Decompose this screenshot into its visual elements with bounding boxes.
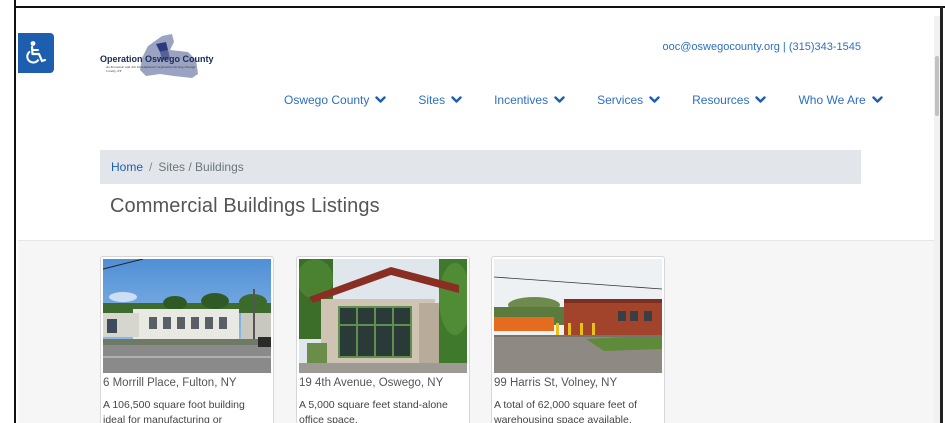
nav-item-incentives[interactable]: Incentives	[494, 93, 565, 107]
nav-item-sites[interactable]: Sites	[418, 93, 462, 107]
site-logo[interactable]: Operation Oswego County An Economic and …	[100, 30, 220, 90]
building-photo[interactable]	[299, 259, 467, 373]
logo-name: Operation Oswego County	[100, 54, 214, 64]
breadcrumb: Home / Sites / Buildings	[100, 150, 861, 184]
nav-item-oswego-county[interactable]: Oswego County	[284, 93, 387, 107]
nav-item-label: Incentives	[494, 93, 549, 107]
web-page: Operation Oswego County An Economic and …	[18, 8, 940, 423]
contact-info[interactable]: ooc@oswegocounty.org | (315)343-1545	[663, 41, 862, 53]
building-photo[interactable]	[103, 259, 271, 373]
chevron-down-icon	[375, 96, 387, 103]
wheelchair-icon	[26, 41, 47, 64]
right-window-edge	[940, 6, 943, 423]
scrollbar-thumb[interactable]	[935, 56, 939, 116]
nav-item-label: Resources	[692, 93, 750, 107]
building-photo[interactable]	[494, 259, 662, 373]
nav-item-label: Sites	[418, 93, 446, 107]
listing-address[interactable]: 19 4th Avenue, Oswego, NY	[299, 377, 443, 389]
breadcrumb-current: Sites / Buildings	[158, 160, 244, 174]
listing-card[interactable]: 19 4th Avenue, Oswego, NY A 5,000 square…	[296, 256, 470, 423]
listing-address[interactable]: 6 Morrill Place, Fulton, NY	[103, 377, 237, 389]
nav-item-services[interactable]: Services	[597, 93, 660, 107]
breadcrumb-separator: /	[149, 160, 153, 174]
chevron-down-icon	[649, 96, 660, 103]
left-window-edge	[0, 0, 16, 423]
chevron-down-icon	[755, 96, 767, 103]
chevron-down-icon	[554, 96, 565, 103]
page-title: Commercial Buildings Listings	[110, 195, 380, 217]
nav-item-who-we-are[interactable]: Who We Are	[798, 93, 883, 107]
nav-item-label: Oswego County	[284, 93, 370, 107]
main-navigation: Oswego County Sites Incentives Services …	[284, 91, 883, 109]
nav-item-label: Services	[597, 93, 644, 107]
listing-description: A total of 62,000 square feet of warehou…	[494, 399, 638, 423]
chevron-down-icon	[451, 96, 462, 103]
nav-item-resources[interactable]: Resources	[692, 93, 767, 107]
listings-section: 6 Morrill Place, Fulton, NY A 106,500 sq…	[18, 240, 940, 423]
listing-description: A 106,500 square foot building ideal for…	[103, 399, 245, 423]
listing-card[interactable]: 99 Harris St, Volney, NY A total of 62,0…	[491, 256, 665, 423]
listing-card[interactable]: 6 Morrill Place, Fulton, NY A 106,500 sq…	[100, 256, 274, 423]
listing-description: A 5,000 square feet stand-alone office s…	[299, 399, 448, 423]
listing-address[interactable]: 99 Harris St, Volney, NY	[494, 377, 617, 389]
breadcrumb-home-link[interactable]: Home	[111, 160, 143, 174]
chevron-down-icon	[871, 96, 883, 103]
accessibility-button[interactable]	[18, 33, 54, 73]
logo-tagline: An Economic and Job Development Corporat…	[106, 65, 196, 73]
nav-item-label: Who We Are	[798, 93, 866, 107]
